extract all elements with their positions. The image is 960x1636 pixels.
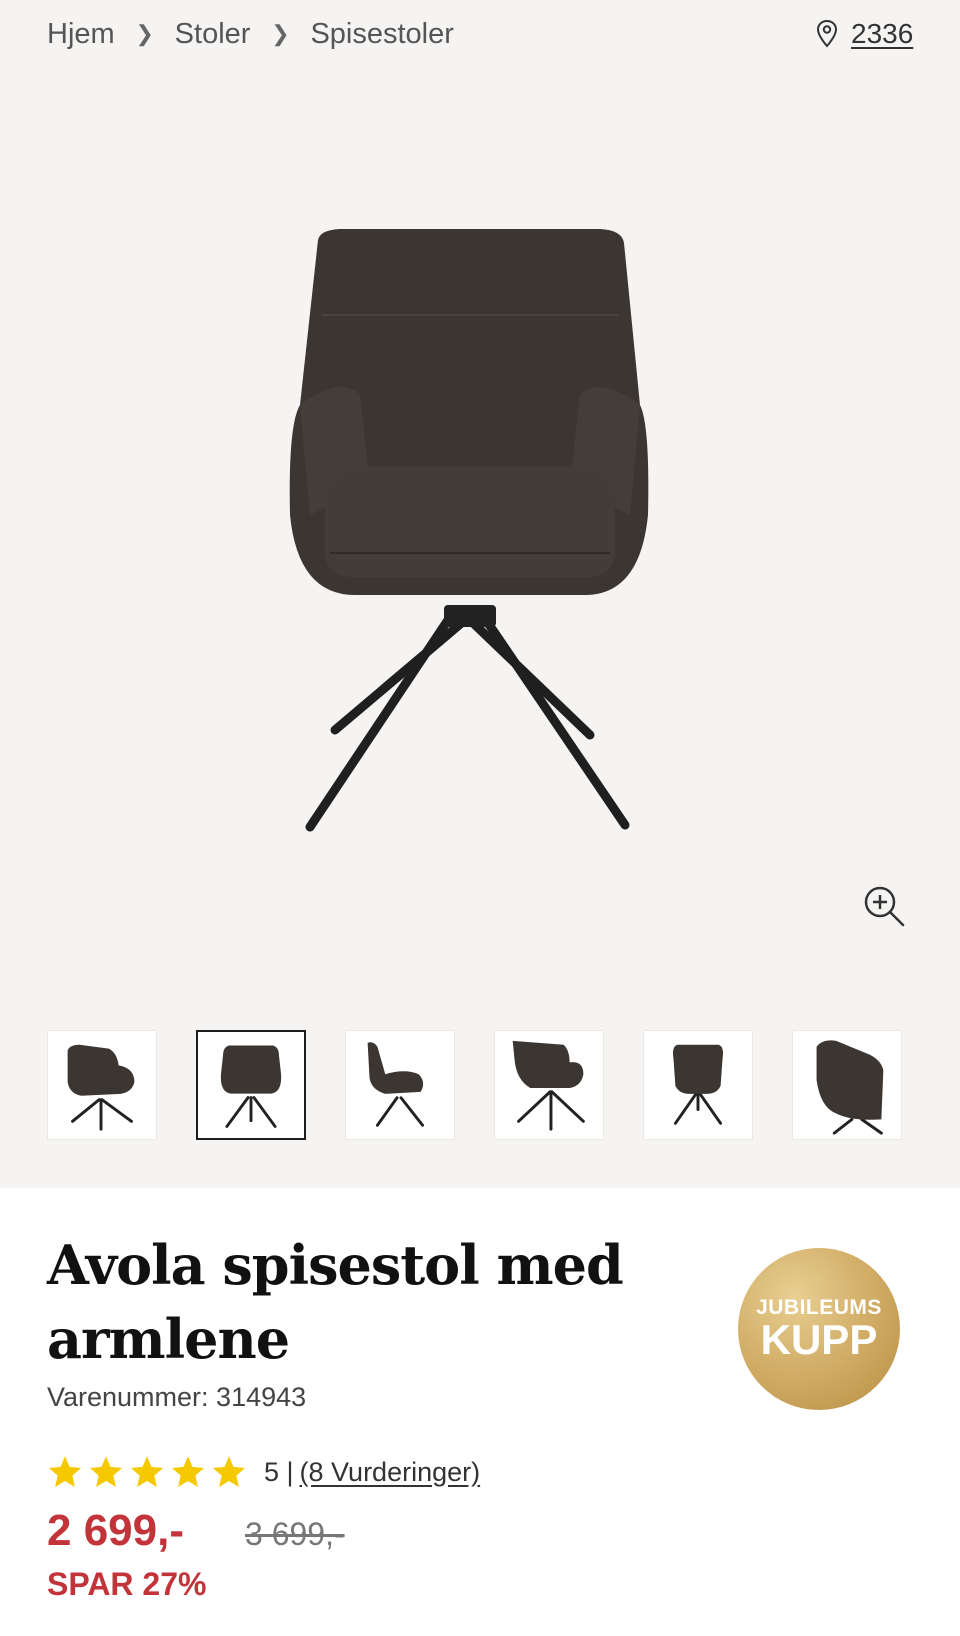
chair-thumbnail — [67, 1044, 135, 1131]
savings-label: SPAR 27% — [47, 1566, 207, 1602]
thumbnail-detail[interactable] — [792, 1030, 902, 1140]
chevron-right-icon: ❯ — [135, 21, 154, 46]
star-icon — [130, 1456, 164, 1487]
breadcrumb-stoler[interactable]: Stoler — [175, 18, 251, 51]
breadcrumb-spisestoler[interactable]: Spisestoler — [310, 18, 453, 51]
zoom-in-icon[interactable] — [862, 884, 906, 928]
product-gallery: Hjem ❯ Stoler ❯ Spisestoler 2336 — [0, 0, 960, 1188]
chevron-right-icon: ❯ — [271, 21, 290, 46]
current-price: 2 699,- — [47, 1506, 184, 1555]
thumbnail-front[interactable] — [196, 1030, 306, 1140]
product-sku: Varenummer: 314943 — [47, 1382, 307, 1412]
star-icon — [48, 1456, 82, 1487]
jubileums-kupp-badge: JUBILEUMS KUPP — [738, 1248, 900, 1410]
badge-line2: KUPP — [760, 1316, 878, 1363]
breadcrumb-home[interactable]: Hjem — [47, 18, 115, 51]
star-icon — [212, 1456, 246, 1487]
product-rating: 5 | (8 Vurderinger) — [47, 1452, 480, 1492]
rating-score: 5 | — [264, 1456, 294, 1487]
thumbnail-back[interactable] — [643, 1030, 753, 1140]
reviews-link[interactable]: (8 Vurderinger) — [300, 1457, 481, 1488]
chair-thumbnail — [220, 1045, 282, 1128]
location-pin-icon — [816, 19, 838, 48]
star-icon — [171, 1456, 205, 1487]
star-rating — [47, 1454, 252, 1490]
thumbnail-strip — [47, 1030, 909, 1140]
star-icon — [89, 1456, 123, 1487]
old-price: 3 699,- — [245, 1516, 345, 1552]
chair-thumbnail — [672, 1044, 724, 1125]
thumbnail-angled[interactable] — [47, 1030, 157, 1140]
store-number: 2336 — [851, 18, 914, 49]
product-main-image[interactable] — [230, 215, 710, 875]
product-title: Avola spisestol med armlene — [47, 1233, 624, 1371]
thumbnail-back-angled[interactable] — [494, 1030, 604, 1140]
chair-thumbnail — [512, 1040, 585, 1131]
chair-thumbnail — [816, 1040, 884, 1135]
breadcrumb: Hjem ❯ Stoler ❯ Spisestoler — [47, 14, 454, 54]
thumbnail-side[interactable] — [345, 1030, 455, 1140]
chair-thumbnail — [367, 1042, 425, 1127]
store-selector[interactable]: 2336 — [815, 14, 913, 54]
